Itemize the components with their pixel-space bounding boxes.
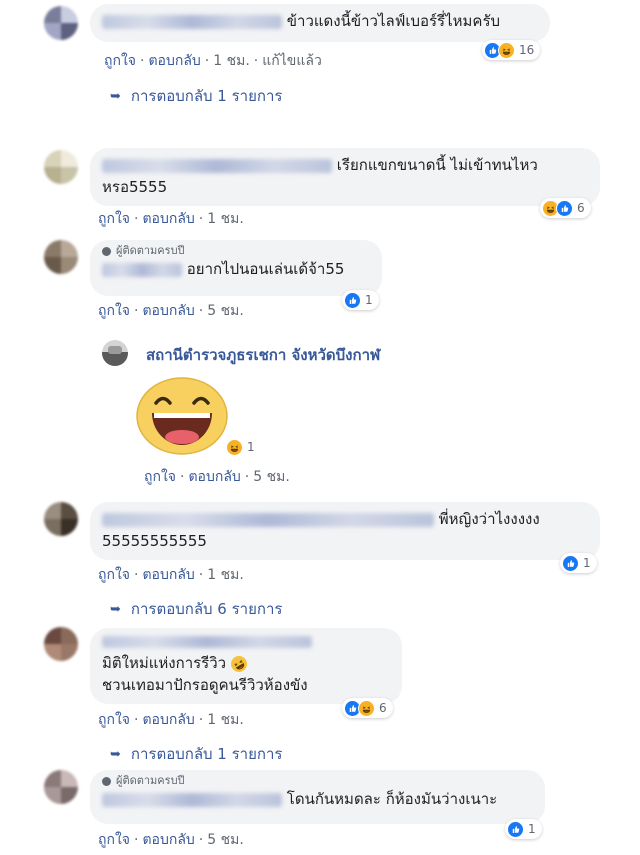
reply-arrow-icon: ➥ (110, 746, 121, 762)
reaction-count: 1 (583, 556, 591, 570)
view-replies-link[interactable]: ➥ การตอบกลับ 1 รายการ (110, 742, 282, 766)
comment-text: อยากไปนอนเล่นเด้จ้า55 (186, 260, 345, 278)
reaction-summary[interactable]: 1 (224, 437, 261, 457)
reaction-summary[interactable]: 1 (505, 819, 542, 839)
avatar[interactable] (44, 6, 78, 40)
timestamp[interactable]: 1 ชม. (207, 567, 244, 583)
commenter-name[interactable] (102, 635, 312, 648)
reply-link[interactable]: ตอบกลับ (142, 712, 194, 728)
reaction-summary[interactable]: 16 (482, 40, 541, 60)
avatar[interactable] (44, 240, 78, 274)
comment-text-line2: 55555555555 (102, 532, 207, 550)
badge-icon (102, 246, 111, 256)
reply-link[interactable]: ตอบกลับ (148, 53, 200, 69)
like-link[interactable]: ถูกใจ (144, 469, 176, 485)
timestamp[interactable]: 5 ชม. (207, 832, 244, 848)
comment-bubble: เรียกแขกขนาดนี้ ไม่เข้าทนไหว หรอ5555 (90, 148, 600, 206)
view-replies-label[interactable]: การตอบกลับ 6 รายการ (131, 597, 283, 621)
reaction-count: 6 (577, 201, 585, 215)
top-fan-badge[interactable]: ผู้ติดตามครบปี (102, 244, 370, 258)
like-link[interactable]: ถูกใจ (104, 53, 136, 69)
commenter-name[interactable] (102, 262, 182, 277)
timestamp[interactable]: 5 ชม. (253, 469, 290, 485)
comment-text-line2: หรอ5555 (102, 178, 168, 196)
comment-bubble: ผู้ติดตามครบปี อยากไปนอนเล่นเด้จ้า55 (90, 240, 382, 296)
page-name[interactable]: สถานีตำรวจภูธรเชกา จังหวัดบึงกาฬ (146, 343, 380, 367)
comment-actions: ถูกใจ · ตอบกลับ · 1 ชม. (98, 567, 244, 583)
avatar[interactable] (44, 770, 78, 804)
laughing-sticker (136, 377, 228, 455)
commenter-name[interactable] (102, 14, 282, 29)
reaction-count: 1 (528, 822, 536, 836)
comment-bubble: พี่หญิงว่าไงงงงง 55555555555 (90, 502, 600, 560)
like-link[interactable]: ถูกใจ (98, 712, 130, 728)
reply-link[interactable]: ตอบกลับ (188, 469, 240, 485)
top-fan-badge[interactable]: ผู้ติดตามครบปี (102, 774, 533, 788)
like-link[interactable]: ถูกใจ (98, 303, 130, 319)
reply-arrow-icon: ➥ (110, 601, 121, 617)
comment-bubble: ผู้ติดตามครบปี โดนกันหมดละ ก็ห้องมันว่าง… (90, 770, 545, 824)
reaction-count: 16 (519, 43, 535, 57)
reaction-summary[interactable]: 6 (540, 198, 591, 218)
badge-icon (102, 776, 111, 786)
comment-actions: ถูกใจ · ตอบกลับ · 5 ชม. (98, 832, 244, 848)
avatar[interactable] (44, 150, 78, 184)
reply-link[interactable]: ตอบกลับ (142, 567, 194, 583)
like-link[interactable]: ถูกใจ (98, 211, 130, 227)
reaction-count: 1 (365, 293, 373, 307)
like-link[interactable]: ถูกใจ (98, 567, 130, 583)
comment-text: เรียกแขกขนาดนี้ ไม่เข้าทนไหว (336, 156, 538, 174)
avatar[interactable] (44, 627, 78, 661)
commenter-name[interactable] (102, 792, 282, 807)
view-replies-link[interactable]: ➥ การตอบกลับ 1 รายการ (110, 84, 282, 108)
reply-link[interactable]: ตอบกลับ (142, 303, 194, 319)
like-reaction-icon (556, 199, 573, 217)
haha-reaction-icon (358, 699, 375, 717)
comment-actions: ถูกใจ · ตอบกลับ · 1 ชม. · แก้ไขแล้ว (104, 53, 322, 69)
comment-bubble: มิติใหม่แห่งการรีวิว ชวนเทอมาปักรอดูคนรี… (90, 628, 402, 704)
reaction-summary[interactable]: 1 (560, 553, 597, 573)
badge-label: ผู้ติดตามครบปี (116, 774, 185, 787)
commenter-name[interactable] (102, 512, 434, 527)
like-reaction-icon (344, 291, 361, 309)
comment-actions: ถูกใจ · ตอบกลับ · 5 ชม. (98, 303, 244, 319)
comment-text: ข้าวแดงนี้ข้าวไลฟ์เบอร์รี่ไหมครับ (286, 12, 501, 30)
reaction-count: 1 (247, 440, 255, 454)
timestamp[interactable]: 1 ชม. (213, 53, 250, 69)
view-replies-label[interactable]: การตอบกลับ 1 รายการ (131, 742, 283, 766)
comment-actions: ถูกใจ · ตอบกลับ · 5 ชม. (144, 469, 290, 485)
comment-actions: ถูกใจ · ตอบกลับ · 1 ชม. (98, 712, 244, 728)
reply-link[interactable]: ตอบกลับ (142, 832, 194, 848)
haha-reaction-icon (498, 41, 515, 59)
reply-link[interactable]: ตอบกลับ (142, 211, 194, 227)
comment-actions: ถูกใจ · ตอบกลับ · 1 ชม. (98, 211, 244, 227)
commenter-name[interactable] (102, 158, 332, 173)
timestamp[interactable]: 1 ชม. (207, 712, 244, 728)
haha-reaction-icon (226, 438, 243, 456)
badge-label: ผู้ติดตามครบปี (116, 244, 185, 257)
reaction-count: 6 (379, 701, 387, 715)
reply-arrow-icon: ➥ (110, 88, 121, 104)
timestamp[interactable]: 5 ชม. (207, 303, 244, 319)
avatar[interactable] (44, 502, 78, 536)
like-link[interactable]: ถูกใจ (98, 832, 130, 848)
comment-bubble: ข้าวแดงนี้ข้าวไลฟ์เบอร์รี่ไหมครับ (90, 4, 550, 42)
comment-text: โดนกันหมดละ ก็ห้องมันว่างเนาะ (286, 790, 498, 808)
reaction-summary[interactable]: 6 (342, 698, 393, 718)
comment-text-line2: ชวนเทอมาปักรอดูคนรีวิวห้องขัง (102, 676, 308, 694)
page-avatar[interactable] (102, 340, 128, 366)
edited-label[interactable]: แก้ไขแล้ว (262, 53, 322, 69)
timestamp[interactable]: 1 ชม. (207, 211, 244, 227)
like-reaction-icon (562, 554, 579, 572)
reaction-summary[interactable]: 1 (342, 290, 379, 310)
view-replies-label[interactable]: การตอบกลับ 1 รายการ (131, 84, 283, 108)
comment-text: มิติใหม่แห่งการรีวิว (102, 654, 227, 672)
comment-text: พี่หญิงว่าไงงงงง (438, 510, 540, 528)
like-reaction-icon (507, 820, 524, 838)
rolling-laugh-emoji (230, 655, 247, 672)
view-replies-link[interactable]: ➥ การตอบกลับ 6 รายการ (110, 597, 282, 621)
